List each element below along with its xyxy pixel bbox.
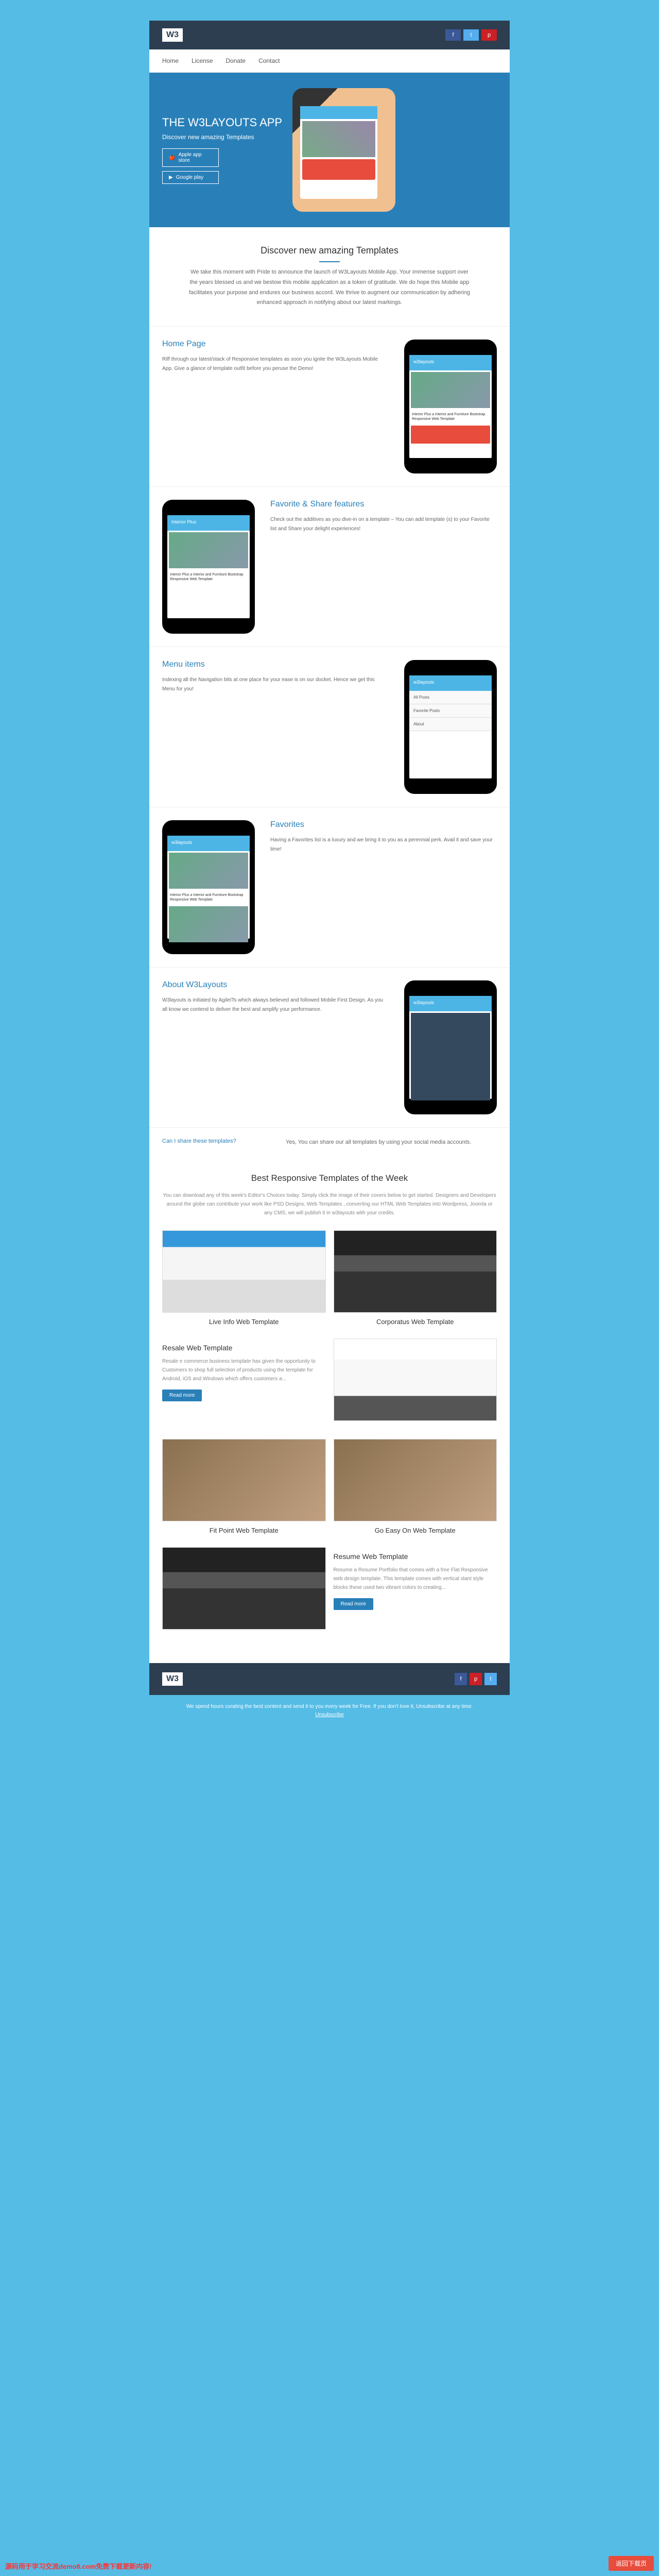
feature-title: About W3Layouts — [162, 980, 389, 990]
templates-section: Best Responsive Templates of the Week Yo… — [149, 1158, 510, 1663]
feature-text: Riff through our latest/stack of Respons… — [162, 355, 389, 374]
feature-title: Home Page — [162, 340, 389, 349]
googleplay-button[interactable]: ▶ Google play — [162, 171, 219, 184]
phone-mockup: w3layouts All Posts Favorite Posts About — [404, 660, 497, 794]
feature-menu: Menu items Indexing all the Navigation b… — [149, 647, 510, 807]
phone-mockup: w3layouts Interior Plus a Interior and F… — [162, 820, 255, 954]
pinterest-icon[interactable]: p — [470, 1673, 482, 1685]
nav-contact[interactable]: Contact — [258, 57, 280, 64]
header: W3 f t p — [149, 21, 510, 49]
social-top: f t p — [445, 29, 497, 41]
discover-text: We take this moment with Pride to announ… — [188, 267, 471, 308]
facebook-icon[interactable]: f — [445, 29, 461, 41]
phone-mockup: w3layouts Interior Plus a Interior and F… — [404, 340, 497, 473]
read-more-button[interactable]: Read more — [162, 1389, 202, 1401]
footer: W3 f p t — [149, 1663, 510, 1695]
read-more-button[interactable]: Read more — [334, 1598, 373, 1610]
feature-text: Having a Favorites list is a luxury and … — [270, 836, 497, 854]
feature-title: Favorite & Share features — [270, 500, 497, 509]
template-text-card: Resale Web Template Resale e commerce bu… — [162, 1338, 326, 1426]
bottom-text: We spend hours curating the best content… — [0, 1695, 659, 1727]
template-card[interactable]: Corporatus Web Template — [334, 1230, 497, 1326]
hero: THE W3LAYOUTS APP Discover new amazing T… — [149, 73, 510, 227]
footer-logo[interactable]: W3 — [162, 1672, 183, 1686]
feature-text: Indexing all the Navigation bits at one … — [162, 675, 389, 694]
feature-about: About W3Layouts W3layouts is initiated b… — [149, 967, 510, 1127]
share-question: Can I share these templates? — [162, 1138, 265, 1147]
twitter-icon[interactable]: t — [484, 1673, 497, 1685]
phone-mockup: w3layouts — [404, 980, 497, 1114]
feature-favorites: Favorites Having a Favorites list is a l… — [149, 807, 510, 967]
twitter-icon[interactable]: t — [463, 29, 479, 41]
templates-title: Best Responsive Templates of the Week — [162, 1173, 497, 1183]
template-card[interactable]: Go Easy On Web Template — [334, 1439, 497, 1534]
hero-title: THE W3LAYOUTS APP — [162, 116, 282, 129]
facebook-icon[interactable]: f — [455, 1673, 467, 1685]
share-row: Can I share these templates? Yes, You ca… — [149, 1127, 510, 1158]
discover-title: Discover new amazing Templates — [162, 245, 497, 262]
watermark: 源码用于学习交流demo8.com免费下载更新内容! — [5, 2561, 152, 2571]
feature-favorite: Favorite & Share features Check out the … — [149, 486, 510, 647]
appstore-button[interactable]: 🍎 Apple app store — [162, 148, 219, 167]
unsubscribe-link[interactable]: Unsubscribe — [315, 1712, 344, 1718]
feature-text: W3layouts is initiated by AgileITs which… — [162, 996, 389, 1014]
discover-section: Discover new amazing Templates We take t… — [149, 227, 510, 326]
nav-home[interactable]: Home — [162, 57, 179, 64]
hero-subtitle: Discover new amazing Templates — [162, 133, 282, 141]
templates-intro: You can download any of this week's Edit… — [162, 1191, 497, 1217]
nav-donate[interactable]: Donate — [226, 57, 246, 64]
template-card[interactable] — [334, 1338, 497, 1426]
feature-text: Check out the additives as you dive-in o… — [270, 515, 497, 534]
back-download-button[interactable]: 返回下载页 — [609, 2556, 654, 2571]
pinterest-icon[interactable]: p — [481, 29, 497, 41]
logo[interactable]: W3 — [162, 28, 183, 42]
feature-title: Favorites — [270, 820, 497, 829]
template-card[interactable] — [162, 1547, 326, 1635]
share-answer: Yes, You can share our all templates by … — [286, 1138, 471, 1147]
nav: Home License Donate Contact — [149, 49, 510, 73]
hero-phone-image — [292, 88, 395, 212]
feature-title: Menu items — [162, 660, 389, 669]
phone-mockup: Interior Plus Interior Plus a Interior a… — [162, 500, 255, 634]
nav-license[interactable]: License — [192, 57, 213, 64]
template-card[interactable]: Fit Point Web Template — [162, 1439, 326, 1534]
feature-home: Home Page Riff through our latest/stack … — [149, 326, 510, 486]
template-card[interactable]: Live Info Web Template — [162, 1230, 326, 1326]
template-text-card: Resume Web Template Resume a Resume Port… — [334, 1547, 497, 1635]
